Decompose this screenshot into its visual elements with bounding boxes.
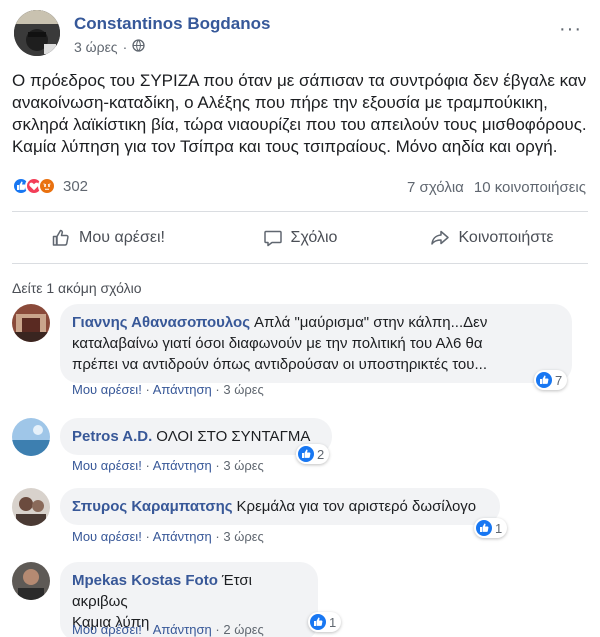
thumbs-up-icon bbox=[51, 228, 71, 248]
comment-button[interactable]: Σχόλιο bbox=[204, 219, 396, 257]
comment-button-label: Σχόλιο bbox=[290, 229, 338, 246]
comment-like-link[interactable]: Μου αρέσει! bbox=[72, 382, 142, 397]
comment-meta: Μου αρέσει! · Απάντηση · 3 ώρες bbox=[72, 529, 264, 544]
comment-time[interactable]: 3 ώρες bbox=[223, 529, 263, 544]
reactions-summary[interactable]: 302 bbox=[12, 177, 88, 195]
comment-bubble: Petros A.D. ΟΛΟΙ ΣΤΟ ΣΥΝΤΑΓΜΑ bbox=[60, 418, 332, 455]
meta-separator: · bbox=[215, 382, 220, 397]
comments-count[interactable]: 7 σχόλια bbox=[407, 179, 464, 196]
divider bbox=[12, 211, 588, 212]
like-reaction-icon bbox=[536, 372, 552, 388]
comment-reactions[interactable]: 2 bbox=[296, 444, 330, 464]
share-arrow-icon bbox=[430, 228, 450, 248]
post-text: Ο πρόεδρος του ΣΥΡΙΖΑ που όταν με σάπισα… bbox=[12, 70, 588, 158]
author-avatar[interactable] bbox=[14, 10, 60, 56]
commenter-avatar[interactable] bbox=[12, 488, 50, 526]
post-text-line: ανακοίνωση-καταδίκη, ο Αλέξης που πήρε τ… bbox=[12, 93, 548, 112]
share-button[interactable]: Κοινοποιήστε bbox=[396, 219, 588, 257]
meta-separator: · bbox=[145, 622, 150, 637]
share-button-label: Κοινοποιήστε bbox=[458, 229, 554, 246]
comment: Γιαννης Αθανασοπουλος Απλά "μαύρισμα" στη… bbox=[12, 304, 588, 397]
post-action-bar: Μου αρέσει! Σχόλιο Κοινοποιήστε bbox=[12, 219, 588, 257]
meta-separator: · bbox=[215, 458, 220, 473]
comment: Petros A.D. ΟΛΟΙ ΣΤΟ ΣΥΝΤΑΓΜΑ 2 Μου αρέσε… bbox=[12, 418, 588, 474]
comment: Mpekas Kostas Foto Έτσι ακριβως Καμια λύπ… bbox=[12, 562, 588, 637]
comment-text: Κρεμάλα για τον αριστερό δωσίλογο bbox=[236, 498, 477, 515]
post-header: Constantinos Bogdanos 3 ώρες · ··· bbox=[14, 10, 586, 62]
post-text-line: σκληρά λαϊκίστικη βία, τώρα νιαουρίζει π… bbox=[12, 115, 587, 134]
commenter-avatar[interactable] bbox=[12, 418, 50, 456]
comment-reactions[interactable]: 1 bbox=[474, 518, 508, 538]
comment: Σπυρος Καραμπατσης Κρεμάλα για τον αριστε… bbox=[12, 488, 588, 544]
reaction-count: 302 bbox=[63, 177, 89, 195]
post-time[interactable]: 3 ώρες bbox=[74, 39, 118, 55]
comment-reaction-count: 1 bbox=[329, 614, 337, 630]
angry-reaction-icon bbox=[38, 177, 56, 195]
divider bbox=[12, 263, 588, 264]
comment-like-link[interactable]: Μου αρέσει! bbox=[72, 622, 142, 637]
comment-reaction-count: 7 bbox=[555, 372, 563, 388]
meta-separator: · bbox=[145, 382, 150, 397]
like-button-label: Μου αρέσει! bbox=[79, 229, 165, 246]
comment-bubble-icon bbox=[263, 228, 283, 248]
comment-reply-link[interactable]: Απάντηση bbox=[153, 622, 212, 637]
view-more-comments-link[interactable]: Δείτε 1 ακόμη σχόλιο bbox=[12, 280, 142, 296]
post-text-line: Καμία λύπηση για τον Τσίπρα και τους τσι… bbox=[12, 137, 558, 156]
comment-meta: Μου αρέσει! · Απάντηση · 3 ώρες bbox=[72, 458, 264, 473]
meta-separator: · bbox=[145, 458, 150, 473]
commenter-name[interactable]: Γιαννης Αθανασοπουλος bbox=[72, 314, 250, 331]
post-meta: 3 ώρες · bbox=[74, 39, 145, 55]
comment-text: καταλαβαίνω γιατί όσοι διαφωνούν με την … bbox=[72, 335, 483, 352]
like-reaction-icon bbox=[310, 614, 326, 630]
comment-text: ΟΛΟΙ ΣΤΟ ΣΥΝΤΑΓΜΑ bbox=[156, 428, 311, 445]
post-stats: 7 σχόλια 10 κοινοποιήσεις bbox=[407, 179, 586, 196]
meta-separator: · bbox=[145, 529, 150, 544]
comment-reaction-count: 2 bbox=[317, 446, 325, 462]
comment-reactions[interactable]: 1 bbox=[308, 612, 342, 632]
comment-bubble: Γιαννης Αθανασοπουλος Απλά "μαύρισμα" στη… bbox=[60, 304, 572, 383]
comment-text: πρέπει να αντιδρούν όπως αντιδρούσαν οι … bbox=[72, 356, 487, 373]
meta-separator: · bbox=[122, 39, 128, 55]
commenter-avatar[interactable] bbox=[12, 562, 50, 600]
comment-time[interactable]: 3 ώρες bbox=[223, 382, 263, 397]
comment-reply-link[interactable]: Απάντηση bbox=[153, 458, 212, 473]
post-author-name[interactable]: Constantinos Bogdanos bbox=[74, 14, 270, 34]
meta-separator: · bbox=[215, 622, 220, 637]
comment-reply-link[interactable]: Απάντηση bbox=[153, 529, 212, 544]
comment-like-link[interactable]: Μου αρέσει! bbox=[72, 458, 142, 473]
comment-reactions[interactable]: 7 bbox=[534, 370, 568, 390]
comment-time[interactable]: 3 ώρες bbox=[223, 458, 263, 473]
post-text-line: Ο πρόεδρος του ΣΥΡΙΖΑ που όταν με σάπισα… bbox=[12, 71, 587, 90]
commenter-name[interactable]: Mpekas Kostas Foto bbox=[72, 572, 218, 589]
like-reaction-icon bbox=[298, 446, 314, 462]
like-button[interactable]: Μου αρέσει! bbox=[12, 219, 204, 257]
comment-text: Απλά "μαύρισμα" στην κάλπη...Δεν bbox=[254, 314, 488, 331]
meta-separator: · bbox=[215, 529, 220, 544]
comment-meta: Μου αρέσει! · Απάντηση · 2 ώρες bbox=[72, 622, 264, 637]
commenter-name[interactable]: Σπυρος Καραμπατσης bbox=[72, 498, 233, 515]
comment-reaction-count: 1 bbox=[495, 520, 503, 536]
commenter-avatar[interactable] bbox=[12, 304, 50, 342]
commenter-name[interactable]: Petros A.D. bbox=[72, 428, 152, 445]
globe-icon bbox=[132, 39, 145, 55]
comment-like-link[interactable]: Μου αρέσει! bbox=[72, 529, 142, 544]
shares-count[interactable]: 10 κοινοποιήσεις bbox=[474, 179, 586, 196]
comment-time[interactable]: 2 ώρες bbox=[223, 622, 263, 637]
comment-bubble: Σπυρος Καραμπατσης Κρεμάλα για τον αριστε… bbox=[60, 488, 500, 525]
like-reaction-icon bbox=[476, 520, 492, 536]
more-options-icon[interactable]: ··· bbox=[559, 18, 582, 41]
comment-meta: Μου αρέσει! · Απάντηση · 3 ώρες bbox=[72, 382, 264, 397]
comment-reply-link[interactable]: Απάντηση bbox=[153, 382, 212, 397]
